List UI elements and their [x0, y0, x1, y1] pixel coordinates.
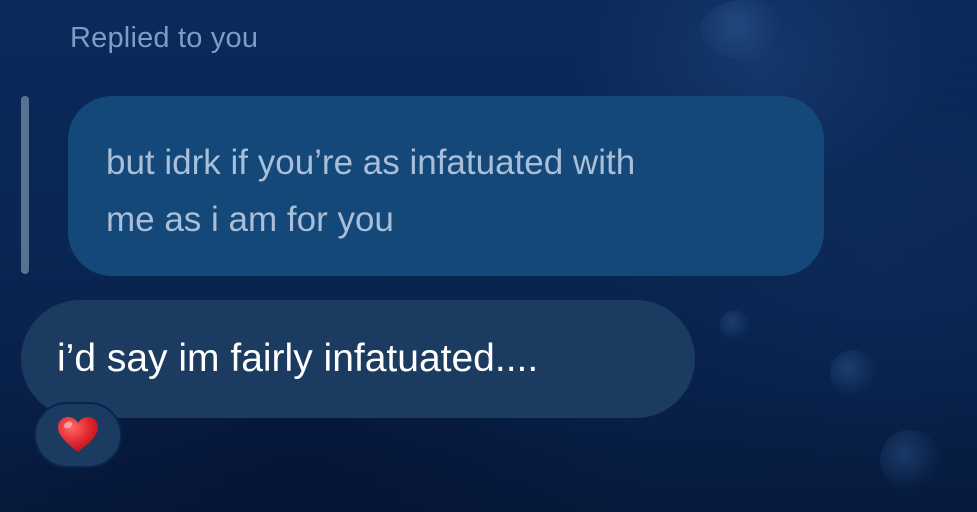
- reply-indicator-bar: [21, 96, 29, 274]
- heart-icon: [58, 417, 98, 452]
- reaction-badge[interactable]: [34, 402, 122, 468]
- reply-label: Replied to you: [70, 22, 259, 54]
- message-bubble[interactable]: i’d say im fairly infatuated....: [21, 300, 695, 418]
- message-text: i’d say im fairly infatuated....: [57, 337, 539, 380]
- quoted-message-bubble[interactable]: but idrk if you’re as infatuated with me…: [68, 96, 824, 276]
- quoted-message-text: but idrk if you’re as infatuated with me…: [106, 143, 636, 239]
